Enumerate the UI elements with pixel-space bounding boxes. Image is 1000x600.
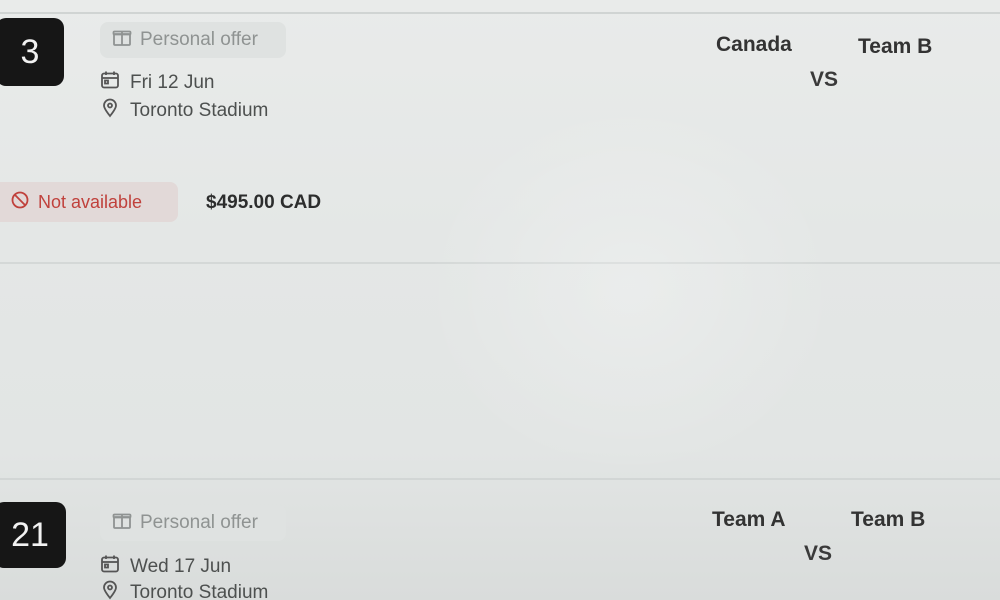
gift-icon: [112, 27, 132, 53]
match-card[interactable]: 3 Personal offer Fri 12 Jun Toronto Stad…: [0, 0, 1000, 262]
availability-text: Not available: [38, 191, 143, 212]
match-date: Fri 12 Jun: [100, 70, 214, 96]
team-home: Canada: [716, 33, 792, 56]
match-venue: Toronto Stadium: [100, 98, 268, 124]
location-pin-icon: [100, 580, 120, 600]
availability-status-badge: Not available: [0, 182, 178, 222]
team-away: Team B: [851, 508, 926, 531]
calendar-icon: [100, 554, 120, 580]
calendar-icon: [100, 70, 120, 96]
no-entry-icon: [10, 190, 30, 215]
personal-offer-badge: Personal offer: [100, 505, 286, 541]
match-number-badge: 3: [0, 18, 64, 86]
match-venue-text: Toronto Stadium: [130, 100, 269, 121]
match-venue-text: Toronto Stadium: [130, 582, 269, 600]
match-date-text: Wed 17 Jun: [130, 556, 232, 577]
team-away: Team B: [858, 35, 933, 58]
team-home: Team A: [712, 508, 786, 531]
match-date: Wed 17 Jun: [100, 554, 231, 580]
match-card[interactable]: 21 Personal offer Wed 17 Jun Toronto Sta…: [0, 478, 1000, 600]
gift-icon: [112, 510, 132, 536]
personal-offer-badge: Personal offer: [100, 22, 286, 58]
match-venue: Toronto Stadium: [100, 580, 268, 600]
vs-label: VS: [804, 542, 833, 565]
personal-offer-label: Personal offer: [140, 29, 258, 50]
vs-label: VS: [810, 68, 839, 91]
match-number-badge: 21: [0, 502, 66, 568]
section-divider: [0, 262, 1000, 264]
personal-offer-label: Personal offer: [140, 512, 258, 533]
location-pin-icon: [100, 98, 120, 124]
match-date-text: Fri 12 Jun: [130, 72, 215, 93]
ticket-price: $495.00 CAD: [206, 192, 322, 213]
